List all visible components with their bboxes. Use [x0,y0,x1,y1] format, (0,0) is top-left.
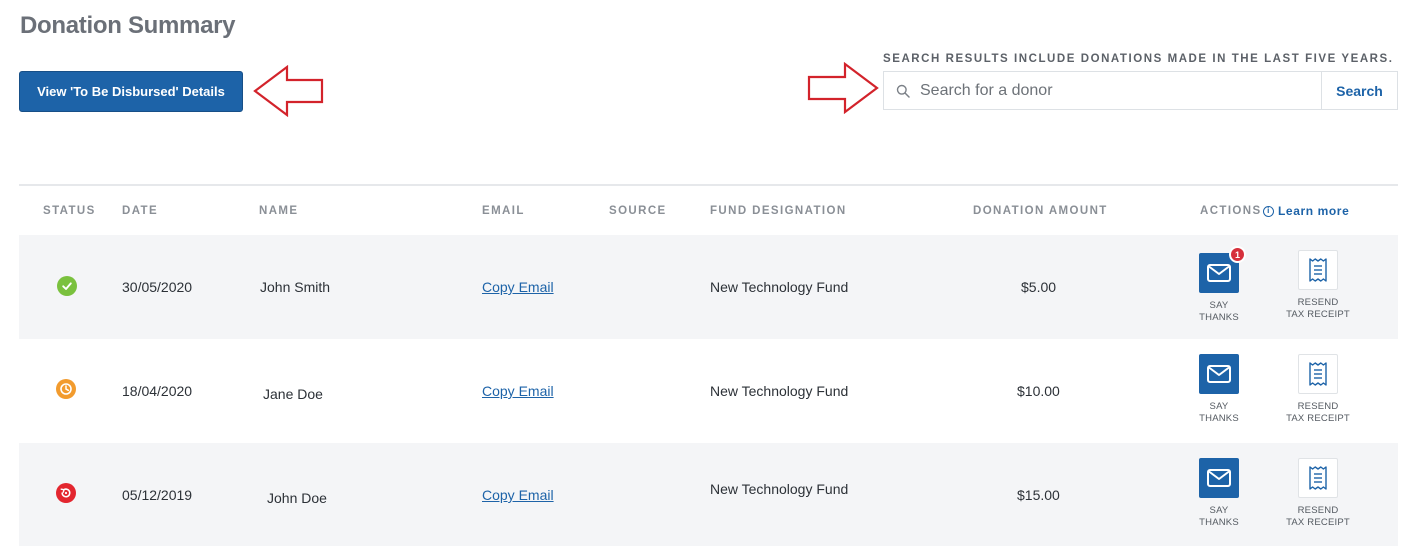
donor-name: John Doe [267,490,327,506]
column-header-fund-designation: FUND DESIGNATION [710,205,847,217]
search-results-note: SEARCH RESULTS INCLUDE DONATIONS MADE IN… [883,53,1394,65]
donation-amount: $15.00 [1017,487,1060,503]
column-header-status: STATUS [43,205,96,217]
resend-tax-receipt-button[interactable]: RESEND TAX RECEIPT [1278,354,1358,425]
donation-amount: $5.00 [1021,279,1057,295]
resend-receipt-icon-box [1298,354,1338,394]
say-thanks-label: SAY THANKS [1199,401,1239,424]
say-thanks-icon-box: 1 [1199,246,1246,293]
say-thanks-button[interactable]: SAY THANKS [1179,458,1259,529]
resend-tax-receipt-button[interactable]: RESEND TAX RECEIPT [1278,250,1358,321]
table-row: 05/12/2019 John Doe Copy Email New Techn… [19,443,1398,546]
column-header-name: NAME [259,205,299,217]
info-icon: i [1263,205,1274,217]
column-header-donation-amount: DONATION AMOUNT [973,205,1108,217]
donor-name: John Smith [260,279,331,295]
column-header-source: SOURCE [609,205,667,217]
copy-email-link[interactable]: Copy Email [482,383,554,399]
resend-tax-receipt-label: RESEND TAX RECEIPT [1286,401,1350,424]
say-thanks-label: SAY THANKS [1199,300,1239,323]
search-button[interactable]: Search [1321,71,1398,110]
envelope-icon [1207,365,1231,383]
receipt-icon [1309,362,1327,386]
donor-name: Jane Doe [263,386,323,402]
learn-more-link[interactable]: i Learn more [1263,204,1349,218]
envelope-icon [1207,264,1231,282]
fund-designation: New Technology Fund [710,481,849,497]
donor-search-input[interactable] [920,81,1300,100]
search-box [883,71,1321,110]
receipt-icon [1309,258,1327,282]
fund-designation: New Technology Fund [710,383,849,399]
say-thanks-button[interactable]: SAY THANKS [1179,354,1259,425]
table-row: 18/04/2020 Jane Doe Copy Email New Techn… [19,339,1398,443]
donation-date: 18/04/2020 [122,383,193,399]
table-top-divider [19,184,1398,186]
resend-receipt-icon-box [1298,250,1338,290]
say-thanks-button[interactable]: 1 SAY THANKS [1179,246,1259,324]
column-header-date: DATE [122,205,159,217]
column-header-actions: ACTIONS [1200,205,1262,217]
table-row: 30/05/2020 John Smith Copy Email New Tec… [19,235,1398,339]
copy-email-link[interactable]: Copy Email [482,487,554,503]
envelope-icon [1207,469,1231,487]
copy-email-link[interactable]: Copy Email [482,279,554,295]
resend-tax-receipt-label: RESEND TAX RECEIPT [1286,505,1350,528]
completed-status-icon [57,276,77,296]
resend-receipt-icon-box [1298,458,1338,498]
search-icon [896,84,910,98]
say-thanks-icon-box [1199,354,1239,394]
donation-amount: $10.00 [1017,383,1060,399]
page-title: Donation Summary [20,12,236,39]
receipt-icon [1309,466,1327,490]
donation-date: 30/05/2020 [122,279,193,295]
column-header-email: EMAIL [482,205,525,217]
right-arrow-annotation-icon [807,62,879,114]
donation-date: 05/12/2019 [122,487,193,503]
resend-tax-receipt-label: RESEND TAX RECEIPT [1286,297,1350,320]
say-thanks-icon-box [1199,458,1239,498]
learn-more-label: Learn more [1278,204,1350,218]
notification-badge: 1 [1229,246,1246,263]
view-to-be-disbursed-button[interactable]: View 'To Be Disbursed' Details [19,71,243,112]
say-thanks-label: SAY THANKS [1199,505,1239,528]
pending-status-icon [56,379,76,399]
fund-designation: New Technology Fund [710,279,849,295]
left-arrow-annotation-icon [253,65,324,117]
resend-tax-receipt-button[interactable]: RESEND TAX RECEIPT [1278,458,1358,529]
refunded-status-icon [56,483,76,503]
